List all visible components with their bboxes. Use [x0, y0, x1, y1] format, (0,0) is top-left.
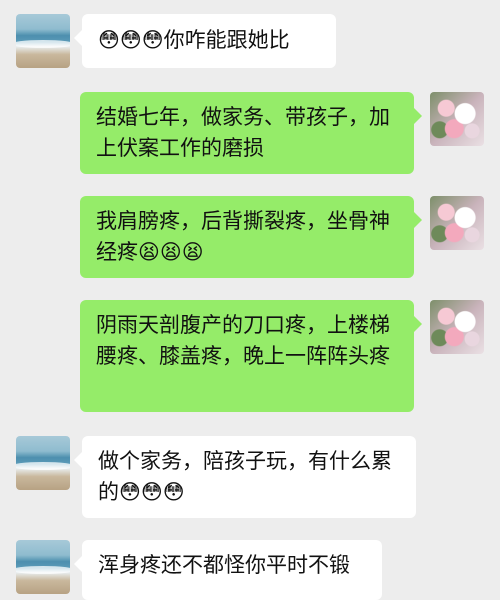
self-avatar[interactable]	[430, 196, 484, 250]
message-text: 结婚七年，做家务、带孩子，加上伏案工作的磨损	[96, 105, 390, 160]
self-avatar[interactable]	[430, 300, 484, 354]
message-bubble-sent[interactable]: 结婚七年，做家务、带孩子，加上伏案工作的磨损	[80, 92, 422, 174]
message-bubble-sent[interactable]: 阴雨天剖腹产的刀口疼，上楼梯腰疼、膝盖疼，晚上一阵阵头疼	[80, 300, 422, 412]
message-bubble-received[interactable]: 浑身疼还不都怪你平时不锻	[74, 540, 382, 600]
message-text: 阴雨天剖腹产的刀口疼，上楼梯腰疼、膝盖疼，晚上一阵阵头疼	[96, 313, 390, 368]
message-text: 做个家务，陪孩子玩，有什么累的😳😳😳	[98, 449, 392, 504]
self-avatar[interactable]	[430, 92, 484, 146]
contact-avatar[interactable]	[16, 14, 70, 68]
contact-avatar[interactable]	[16, 540, 70, 594]
message-bubble-sent[interactable]: 我肩膀疼，后背撕裂疼，坐骨神经疼😫😫😫	[80, 196, 422, 278]
message-text: 我肩膀疼，后背撕裂疼，坐骨神经疼😫😫😫	[96, 209, 390, 264]
message-text: 😳😳😳你咋能跟她比	[98, 28, 290, 52]
contact-avatar[interactable]	[16, 436, 70, 490]
message-bubble-received[interactable]: 😳😳😳你咋能跟她比	[74, 14, 336, 68]
message-text: 浑身疼还不都怪你平时不锻	[98, 553, 350, 577]
message-bubble-received[interactable]: 做个家务，陪孩子玩，有什么累的😳😳😳	[74, 436, 416, 518]
